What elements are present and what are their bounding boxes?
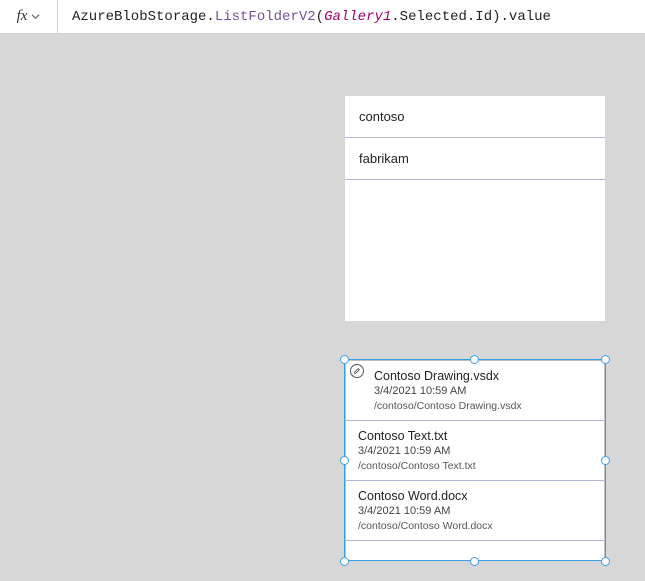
list-item-label: fabrikam xyxy=(359,151,409,166)
formula-bar: fx AzureBlobStorage.ListFolderV2(Gallery… xyxy=(0,0,645,34)
list-item-label: contoso xyxy=(359,109,405,124)
file-date: 3/4/2021 10:59 AM xyxy=(358,504,592,519)
formula-token: AzureBlobStorage. xyxy=(72,9,215,25)
file-path: /contoso/Contoso Word.docx xyxy=(358,519,592,533)
file-path: /contoso/Contoso Text.txt xyxy=(358,459,592,473)
list-item[interactable]: Contoso Drawing.vsdx 3/4/2021 10:59 AM /… xyxy=(346,361,604,421)
formula-token-object: Gallery1 xyxy=(324,9,391,25)
resize-handle[interactable] xyxy=(601,557,610,566)
list-item[interactable]: Contoso Text.txt 3/4/2021 10:59 AM /cont… xyxy=(346,421,604,481)
gallery1[interactable]: contoso fabrikam xyxy=(345,96,605,321)
resize-handle[interactable] xyxy=(470,557,479,566)
gallery2-selection-wrap: Contoso Drawing.vsdx 3/4/2021 10:59 AM /… xyxy=(331,351,619,570)
file-date: 3/4/2021 10:59 AM xyxy=(358,444,592,459)
fx-label: fx xyxy=(17,8,28,25)
resize-handle[interactable] xyxy=(340,557,349,566)
resize-handle[interactable] xyxy=(470,355,479,364)
file-path: /contoso/Contoso Drawing.vsdx xyxy=(374,399,592,413)
design-canvas[interactable]: contoso fabrikam Contoso Drawing.vsdx 3/… xyxy=(0,34,645,581)
file-name: Contoso Drawing.vsdx xyxy=(374,368,592,384)
file-date: 3/4/2021 10:59 AM xyxy=(374,384,592,399)
gallery2[interactable]: Contoso Drawing.vsdx 3/4/2021 10:59 AM /… xyxy=(345,360,605,561)
resize-handle[interactable] xyxy=(340,456,349,465)
list-item[interactable]: fabrikam xyxy=(345,138,605,180)
formula-token: ).value xyxy=(492,9,551,25)
formula-token: ( xyxy=(316,9,324,25)
formula-input[interactable]: AzureBlobStorage.ListFolderV2(Gallery1.S… xyxy=(58,0,645,33)
resize-handle[interactable] xyxy=(601,456,610,465)
resize-handle[interactable] xyxy=(340,355,349,364)
formula-token: .Selected.Id xyxy=(391,9,492,25)
chevron-down-icon xyxy=(31,12,40,21)
list-item[interactable]: Contoso Word.docx 3/4/2021 10:59 AM /con… xyxy=(346,481,604,541)
list-item[interactable]: contoso xyxy=(345,96,605,138)
fx-dropdown[interactable]: fx xyxy=(0,0,58,33)
edit-template-icon[interactable] xyxy=(350,364,364,378)
file-name: Contoso Word.docx xyxy=(358,488,592,504)
file-name: Contoso Text.txt xyxy=(358,428,592,444)
resize-handle[interactable] xyxy=(601,355,610,364)
formula-token-method: ListFolderV2 xyxy=(215,9,316,25)
